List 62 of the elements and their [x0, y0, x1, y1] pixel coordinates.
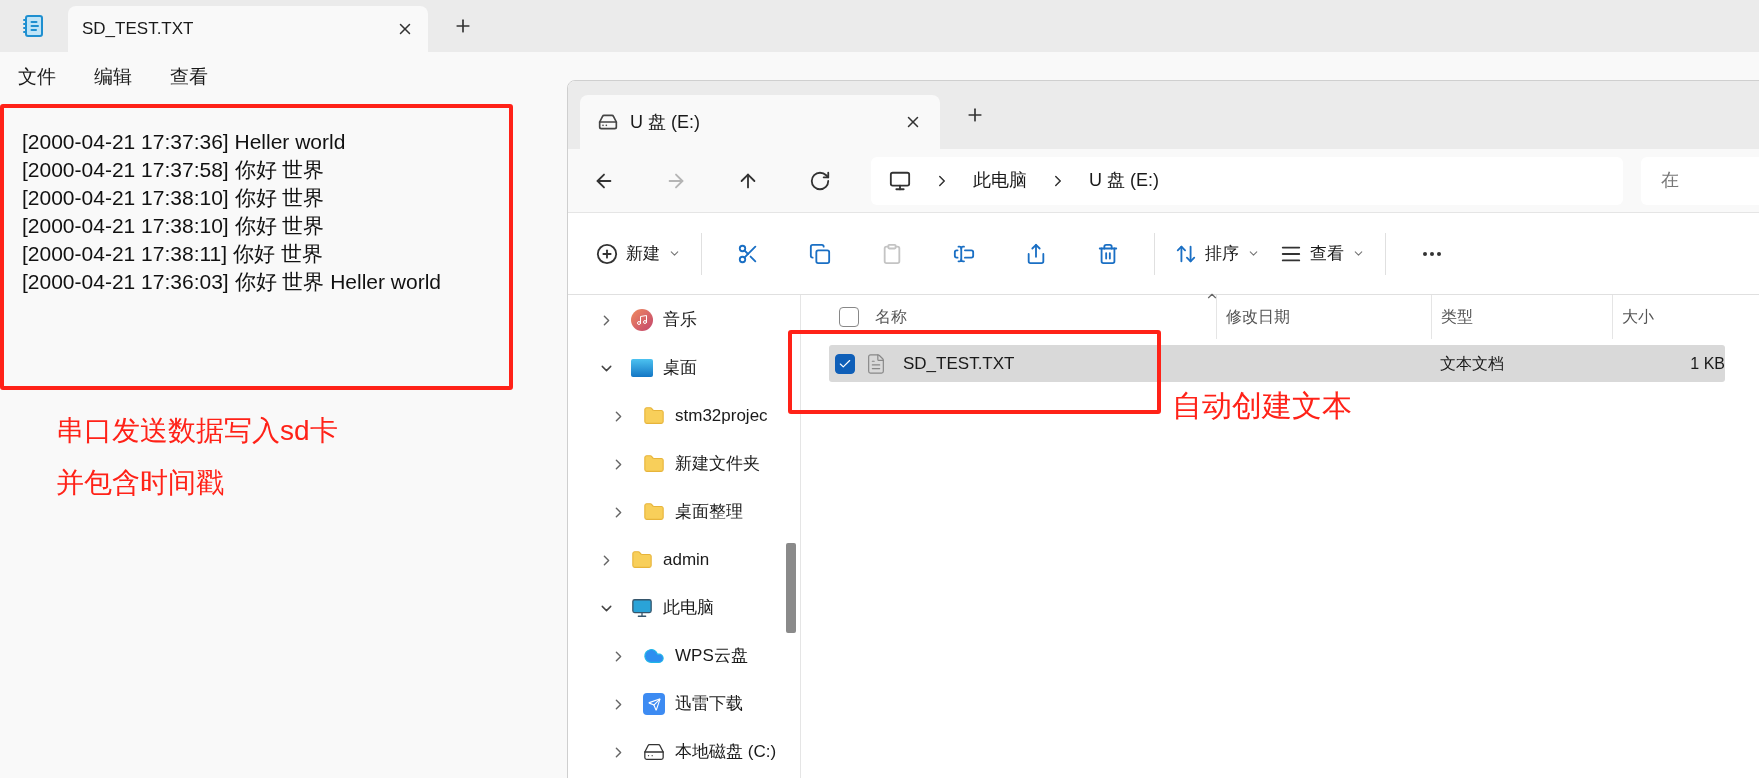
- menu-item[interactable]: 编辑: [94, 62, 132, 92]
- folder-icon: [643, 453, 665, 475]
- copy-icon: [809, 242, 831, 265]
- address-bar[interactable]: 此电脑 U 盘 (E:): [871, 156, 1623, 205]
- view-button[interactable]: 查看: [1270, 231, 1375, 276]
- sidebar-item[interactable]: 桌面: [568, 344, 784, 392]
- column-header[interactable]: 修改日期: [1226, 305, 1290, 329]
- file-type: 文本文档: [1439, 353, 1505, 374]
- file-row[interactable]: SD_TEST.TXT 文本文档 1 KB: [829, 345, 1725, 382]
- more-icon: [1423, 251, 1441, 256]
- text-line: [2000-04-21 17:36:03] 你好 世界 Heller world: [22, 269, 442, 295]
- text-line: [2000-04-21 17:38:11] 你好 世界: [22, 241, 323, 267]
- column-header[interactable]: 大小: [1622, 305, 1654, 329]
- sidebar-item[interactable]: 迅雷下载: [568, 680, 784, 728]
- annotation-text: 自动创建文本: [1172, 388, 1352, 424]
- file-size: 1 KB: [1689, 353, 1725, 374]
- sidebar-item[interactable]: stm32projec: [568, 392, 784, 440]
- monitor-icon: [889, 169, 911, 192]
- tab[interactable]: SD_TEST.TXT: [68, 6, 428, 52]
- sidebar-item[interactable]: 桌面整理: [568, 488, 784, 536]
- sort-button[interactable]: 排序: [1165, 231, 1270, 276]
- clipboard-icon: [881, 242, 903, 265]
- folder-icon: [643, 405, 665, 427]
- column-header[interactable]: 类型: [1441, 305, 1473, 329]
- notepad-icon: [22, 14, 46, 38]
- folder-icon: [631, 549, 653, 571]
- text-line: [2000-04-21 17:38:10] 你好 世界: [22, 213, 325, 239]
- sidebar-item[interactable]: 此电脑: [568, 584, 784, 632]
- sidebar-item[interactable]: WPS云盘: [568, 632, 784, 680]
- annotation-text: 并包含时间戳: [56, 466, 225, 500]
- sidebar-item[interactable]: 新建文件夹: [568, 440, 784, 488]
- folder-icon: [643, 501, 665, 523]
- monitor-icon: [631, 597, 653, 619]
- sidebar-item[interactable]: admin: [568, 536, 784, 584]
- tab[interactable]: U 盘 (E:): [580, 95, 940, 149]
- share-icon: [1025, 242, 1047, 265]
- annotation-text: 串口发送数据写入sd卡: [56, 414, 338, 448]
- new-button[interactable]: 新建: [586, 231, 691, 276]
- text-line: [2000-04-21 17:38:10] 你好 世界: [22, 185, 325, 211]
- column-header[interactable]: 名称: [875, 305, 907, 329]
- menu-item[interactable]: 文件: [18, 62, 56, 92]
- scrollbar-thumb[interactable]: [786, 543, 796, 633]
- breadcrumb-item[interactable]: 此电脑: [973, 167, 1027, 194]
- text-line: [2000-04-21 17:37:58] 你好 世界: [22, 157, 325, 183]
- menu-item[interactable]: 查看: [170, 62, 208, 92]
- trash-icon: [1097, 242, 1119, 265]
- sidebar-item[interactable]: 音乐: [568, 296, 784, 344]
- search-field[interactable]: 在: [1641, 156, 1759, 205]
- sidebar-item[interactable]: 本地磁盘 (C:): [568, 728, 784, 776]
- text-line: [2000-04-21 17:37:36] Heller world: [22, 129, 346, 155]
- file-name: SD_TEST.TXT: [903, 352, 1015, 375]
- plus-circle-icon: [596, 242, 618, 265]
- row-checkbox[interactable]: [835, 353, 855, 374]
- select-all-checkbox[interactable]: [839, 307, 859, 327]
- scissors-icon: [737, 242, 759, 265]
- refresh-icon: [809, 169, 831, 192]
- desktop-icon: [631, 359, 653, 377]
- drive-icon: [598, 112, 618, 132]
- breadcrumb-item[interactable]: U 盘 (E:): [1089, 167, 1159, 194]
- text-file-icon: [865, 352, 887, 375]
- music-icon: [631, 309, 653, 331]
- drive-icon: [643, 741, 665, 763]
